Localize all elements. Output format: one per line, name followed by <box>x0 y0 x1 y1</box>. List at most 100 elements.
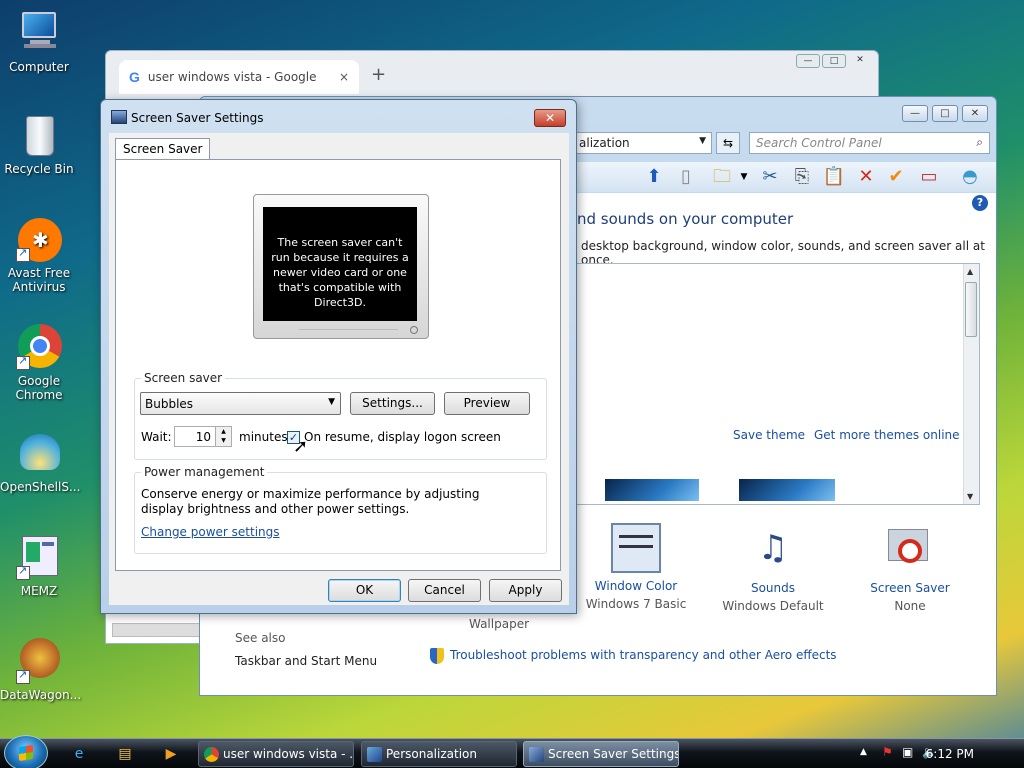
desktop-icon-computer[interactable]: Computer <box>0 10 78 74</box>
wait-minutes-stepper[interactable]: 10 ▲ ▼ <box>174 426 232 447</box>
close-button[interactable]: ✕ <box>848 54 872 68</box>
page-heading: nd sounds on your computer <box>577 210 794 228</box>
tab-close-icon[interactable]: × <box>339 70 349 84</box>
vertical-scrollbar[interactable]: ▲ ▼ <box>963 264 979 504</box>
shield-icon <box>430 648 444 664</box>
desktop-icon-openshell[interactable]: OpenShellS... <box>0 430 80 494</box>
screen-saver-select[interactable]: Bubbles ▼ <box>140 392 341 415</box>
network-icon[interactable]: ▣ <box>902 745 913 759</box>
theme-thumbnail[interactable] <box>605 479 699 501</box>
scroll-up-icon[interactable]: ▲ <box>967 267 973 276</box>
ok-button[interactable]: OK <box>328 579 401 602</box>
google-icon: G <box>129 69 140 85</box>
dialog-title: Screen Saver Settings <box>131 111 264 125</box>
theme-thumbnail[interactable] <box>739 479 835 501</box>
personalization-icon <box>367 747 382 762</box>
minimize-button[interactable]: — <box>902 105 928 122</box>
troubleshoot-link[interactable]: Troubleshoot problems with transparency … <box>450 648 837 662</box>
copy-icon[interactable]: ⎘ <box>790 165 814 189</box>
close-button[interactable]: ✕ <box>534 109 566 127</box>
dialog-body: Screen Saver The screen saver can't run … <box>109 133 569 605</box>
up-arrow-icon[interactable]: ⬆ <box>642 165 666 189</box>
address-bar[interactable]: alization ▼ <box>572 132 712 154</box>
chevron-down-icon[interactable]: ▼ <box>699 136 706 146</box>
maximize-button[interactable]: □ <box>822 54 846 68</box>
memz-icon <box>16 534 62 580</box>
save-theme-link[interactable]: Save theme <box>733 428 805 442</box>
paste-icon[interactable]: 📋 <box>822 165 846 189</box>
mouse-cursor-icon: ➚ <box>293 436 309 457</box>
sounds-item[interactable]: ♫ Sounds Windows Default <box>708 523 838 613</box>
desktop-icon-label: Google Chrome <box>15 374 63 402</box>
minimize-button[interactable]: — <box>796 54 820 68</box>
tab-panel: The screen saver can't run because it re… <box>115 159 561 571</box>
item-subtitle: Windows Default <box>722 599 824 613</box>
new-tab-button[interactable]: + <box>371 64 386 85</box>
search-input[interactable]: Search Control Panel ⌕ <box>749 132 990 154</box>
get-more-themes-link[interactable]: Get more themes online <box>814 428 960 442</box>
resume-logon-label[interactable]: On resume, display logon screen <box>304 430 501 444</box>
toolbar: ⬆ ▯ 🗀 ▼ ✂ ⎘ 📋 ✕ ✔ ▭ ◓ <box>572 162 996 192</box>
desktop-icon-label: Computer <box>9 60 69 74</box>
desktop-icon-memz[interactable]: MEMZ <box>0 534 78 598</box>
cancel-button[interactable]: Cancel <box>408 579 481 602</box>
scrollbar-thumb[interactable] <box>965 282 977 337</box>
screen-saver-icon <box>529 747 544 762</box>
taskbar-button-personalization[interactable]: Personalization <box>361 741 517 767</box>
screen-saver-item[interactable]: Screen Saver None <box>845 523 975 613</box>
taskbar-button-label: user windows vista - ... <box>223 747 354 761</box>
browser-tab[interactable]: G user windows vista - Google Sea × <box>119 60 359 94</box>
file-explorer-icon[interactable]: ▤ <box>116 745 134 763</box>
tab-screen-saver[interactable]: Screen Saver <box>115 138 211 160</box>
desktop-icon-recycle-bin[interactable]: Recycle Bin <box>0 112 78 176</box>
panel-icon[interactable]: ▯ <box>674 165 698 189</box>
taskbar-button-screen-saver[interactable]: Screen Saver Settings <box>523 741 679 767</box>
help-icon[interactable]: ? <box>972 195 988 211</box>
chevron-down-icon[interactable]: ▼ <box>732 165 756 189</box>
desktop-icon-avast[interactable]: ✱ Avast Free Antivirus <box>0 216 78 294</box>
scroll-down-icon[interactable]: ▼ <box>967 492 973 501</box>
start-button[interactable] <box>4 735 48 768</box>
wait-label: Wait: <box>141 430 172 444</box>
apply-button[interactable]: Apply <box>489 579 562 602</box>
maximize-button[interactable]: □ <box>932 105 958 122</box>
computer-icon <box>16 10 62 56</box>
delete-icon[interactable]: ✕ <box>854 165 878 189</box>
avast-icon: ✱ <box>16 216 62 262</box>
taskbar-start-menu-link[interactable]: Taskbar and Start Menu <box>235 654 377 668</box>
window-color-item[interactable]: Window Color Windows 7 Basic <box>571 523 701 611</box>
openshell-icon[interactable]: ◓ <box>958 165 982 189</box>
checkmark-icon[interactable]: ✔ <box>884 165 908 189</box>
taskbar-button-chrome[interactable]: user windows vista - ... <box>198 741 354 767</box>
shortcut-arrow-icon <box>16 564 30 580</box>
openshell-icon <box>16 430 62 476</box>
internet-explorer-icon[interactable]: e <box>70 745 88 763</box>
theme-list[interactable]: Save theme Get more themes online ▲ ▼ <box>572 263 980 505</box>
search-icon[interactable]: ⌕ <box>976 135 983 150</box>
screen-saver-dialog[interactable]: Screen Saver Settings ✕ Screen Saver The… <box>100 99 577 614</box>
item-subtitle: Wallpaper <box>468 617 530 631</box>
sounds-icon: ♫ <box>757 528 789 568</box>
desktop-background-item[interactable]: Wallpaper <box>434 613 564 631</box>
refresh-icon[interactable]: ⇆ <box>716 132 740 154</box>
desktop-icon-datawagon[interactable]: DataWagon... <box>0 638 81 702</box>
chrome-icon <box>16 324 62 370</box>
cut-icon[interactable]: ✂ <box>758 165 782 189</box>
show-hidden-icons-icon[interactable]: ▲ <box>860 747 867 757</box>
clock[interactable]: 6:12 PM <box>926 747 974 761</box>
desktop-icon-chrome[interactable]: Google Chrome <box>0 324 78 402</box>
system-tray: ▲ ⚑ ▣ 🔈 6:12 PM <box>834 739 1024 768</box>
power-description: Conserve energy or maximize performance … <box>141 487 480 516</box>
change-power-settings-link[interactable]: Change power settings <box>141 525 280 539</box>
preview-button[interactable]: Preview <box>444 392 530 415</box>
media-player-icon[interactable]: ▶ <box>162 745 180 763</box>
action-center-icon[interactable]: ⚑ <box>882 745 893 759</box>
spinner-arrows-icon[interactable]: ▲ ▼ <box>215 427 231 446</box>
settings-button[interactable]: Settings... <box>350 392 435 415</box>
close-button[interactable]: ✕ <box>962 105 988 122</box>
properties-icon[interactable]: ▭ <box>917 165 941 189</box>
desktop-icon-label: Avast Free Antivirus <box>7 266 71 294</box>
folder-check-icon[interactable]: 🗀 <box>710 165 734 189</box>
tab-title: user windows vista - Google Sea <box>147 70 318 84</box>
chevron-down-icon: ▼ <box>328 397 335 407</box>
